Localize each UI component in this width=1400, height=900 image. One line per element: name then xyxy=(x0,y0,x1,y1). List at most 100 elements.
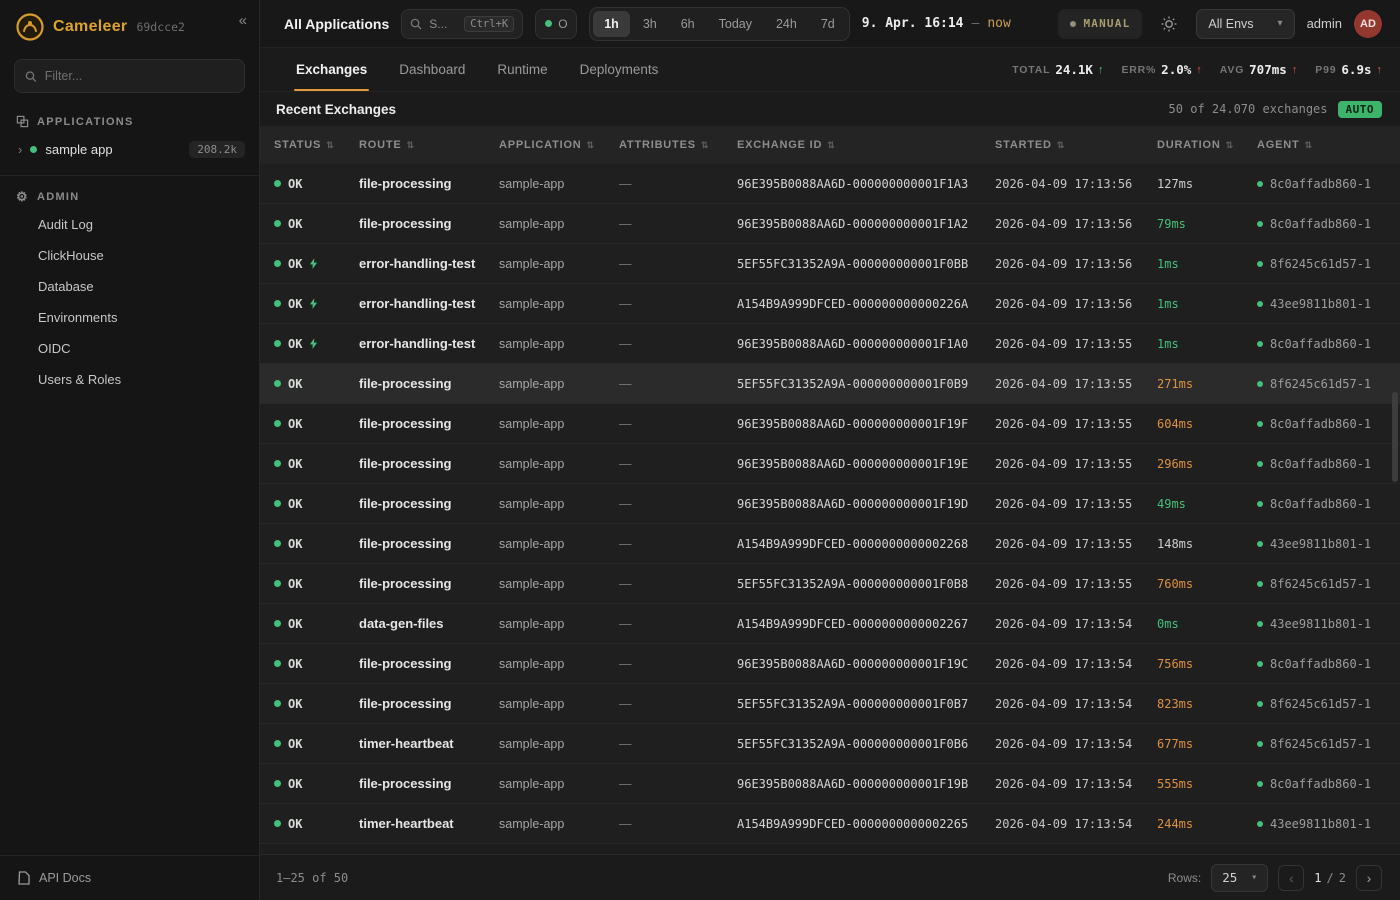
column-header-application[interactable]: APPLICATION⇅ xyxy=(499,139,619,151)
search-input[interactable] xyxy=(429,17,457,31)
table-row[interactable]: OKfile-processingsample-app—96E395B0088A… xyxy=(260,484,1400,524)
column-header-agent[interactable]: AGENT⇅ xyxy=(1257,139,1400,151)
time-window[interactable]: 9. Apr. 16:14 — now xyxy=(862,16,1011,31)
exchange-id-cell: 96E395B0088AA6D-000000000001F1A3 xyxy=(737,177,995,191)
table-row[interactable]: OKtimer-heartbeatsample-app—5EF55FC31352… xyxy=(260,724,1400,764)
route-cell: file-processing xyxy=(359,496,499,511)
rows-per-page-select[interactable]: 25 ▾ xyxy=(1211,864,1268,892)
time-range-today[interactable]: Today xyxy=(708,11,763,37)
sort-icon: ⇅ xyxy=(326,140,334,151)
table-row[interactable]: OKfile-processingsample-app—A154B9A999DF… xyxy=(260,524,1400,564)
table-row[interactable]: OKfile-processingsample-app—96E395B0088A… xyxy=(260,164,1400,204)
status-cell: OK xyxy=(274,657,359,671)
status-cell: OK xyxy=(274,537,359,551)
column-header-exchange-id[interactable]: EXCHANGE ID⇅ xyxy=(737,139,995,151)
tab-dashboard[interactable]: Dashboard xyxy=(383,48,481,91)
time-range-6h[interactable]: 6h xyxy=(670,11,706,37)
online-indicator[interactable]: O xyxy=(535,9,577,39)
online-label: O xyxy=(558,17,567,31)
column-header-started[interactable]: STARTED⇅ xyxy=(995,139,1157,151)
table-row[interactable]: OKfile-processingsample-app—96E395B0088A… xyxy=(260,644,1400,684)
sort-icon: ⇅ xyxy=(407,140,415,151)
section-header: Recent Exchanges 50 of 24.070 exchanges … xyxy=(260,92,1400,126)
attributes-cell: — xyxy=(619,297,737,311)
stat-total: TOTAL24.1K↑ xyxy=(1012,62,1103,77)
sidebar-item-oidc[interactable]: OIDC xyxy=(0,333,259,364)
status-label: OK xyxy=(288,817,302,831)
application-cell: sample-app xyxy=(499,697,619,711)
column-label: DURATION xyxy=(1157,139,1221,151)
column-header-route[interactable]: ROUTE⇅ xyxy=(359,139,499,151)
exchange-id-cell: 96E395B0088AA6D-000000000001F19B xyxy=(737,777,995,791)
table-row[interactable]: OKfile-processingsample-app—5EF55FC31352… xyxy=(260,364,1400,404)
chevron-right-icon: › xyxy=(18,142,22,157)
status-label: OK xyxy=(288,497,302,511)
column-header-status[interactable]: STATUS⇅ xyxy=(274,139,359,151)
table-row[interactable]: OKfile-processingsample-app—96E395B0088A… xyxy=(260,764,1400,804)
status-ok-dot xyxy=(274,660,281,667)
theme-toggle-button[interactable] xyxy=(1154,9,1184,39)
time-range-3h[interactable]: 3h xyxy=(632,11,668,37)
tab-deployments[interactable]: Deployments xyxy=(564,48,675,91)
application-cell: sample-app xyxy=(499,737,619,751)
sidebar-item-database[interactable]: Database xyxy=(0,271,259,302)
sidebar-filter[interactable] xyxy=(14,59,245,93)
user-avatar[interactable]: AD xyxy=(1354,10,1382,38)
application-cell: sample-app xyxy=(499,577,619,591)
column-header-attributes[interactable]: ATTRIBUTES⇅ xyxy=(619,139,737,151)
route-cell: error-handling-test xyxy=(359,336,499,351)
agent-cell: 43ee9811b801-1 xyxy=(1257,537,1400,551)
agent-cell: 8c0affadb860-1 xyxy=(1257,657,1400,671)
refresh-mode-button[interactable]: MANUAL xyxy=(1058,9,1142,39)
agent-name: 8f6245c61d57-1 xyxy=(1270,697,1371,711)
table-row[interactable]: OKerror-handling-testsample-app—96E395B0… xyxy=(260,324,1400,364)
attributes-cell: — xyxy=(619,457,737,471)
table-row[interactable]: OKfile-processingsample-app—96E395B0088A… xyxy=(260,444,1400,484)
table-row[interactable]: OKfile-processingsample-app—96E395B0088A… xyxy=(260,204,1400,244)
application-cell: sample-app xyxy=(499,617,619,631)
route-cell: file-processing xyxy=(359,176,499,191)
next-page-button[interactable]: › xyxy=(1356,865,1382,891)
sidebar-item-users-roles[interactable]: Users & Roles xyxy=(0,364,259,395)
sidebar-collapse-button[interactable]: « xyxy=(239,12,247,29)
sidebar-item-audit-log[interactable]: Audit Log xyxy=(0,209,259,240)
status-label: OK xyxy=(288,657,302,671)
time-range-1h[interactable]: 1h xyxy=(593,11,630,37)
prev-page-button[interactable]: ‹ xyxy=(1278,865,1304,891)
agent-cell: 8f6245c61d57-1 xyxy=(1257,377,1400,391)
search-shortcut-badge: Ctrl+K xyxy=(464,16,514,32)
scrollbar-thumb[interactable] xyxy=(1392,392,1398,482)
agent-status-dot xyxy=(1257,701,1263,707)
search-icon xyxy=(410,18,422,30)
table-row[interactable]: OKfile-processingsample-app—96E395B0088A… xyxy=(260,404,1400,444)
table-row[interactable]: OKerror-handling-testsample-app—5EF55FC3… xyxy=(260,244,1400,284)
table-row[interactable]: OKfile-processingsample-app—5EF55FC31352… xyxy=(260,564,1400,604)
time-range-7d[interactable]: 7d xyxy=(810,11,846,37)
table-row[interactable]: OKfile-processingsample-app—5EF55FC31352… xyxy=(260,684,1400,724)
status-cell: OK xyxy=(274,697,359,711)
sidebar-item-clickhouse[interactable]: ClickHouse xyxy=(0,240,259,271)
tab-runtime[interactable]: Runtime xyxy=(481,48,563,91)
column-header-duration[interactable]: DURATION⇅ xyxy=(1157,139,1257,151)
api-docs-link[interactable]: API Docs xyxy=(0,855,259,900)
status-label: OK xyxy=(288,537,302,551)
env-select[interactable]: All Envs ▾ xyxy=(1196,9,1294,39)
agent-cell: 8c0affadb860-1 xyxy=(1257,337,1400,351)
sidebar-spacer xyxy=(0,395,259,855)
agent-name: 43ee9811b801-1 xyxy=(1270,297,1371,311)
table-row[interactable]: OKerror-handling-testsample-app—A154B9A9… xyxy=(260,284,1400,324)
attributes-cell: — xyxy=(619,537,737,551)
agent-name: 8c0affadb860-1 xyxy=(1270,657,1371,671)
table-row[interactable]: OKtimer-heartbeatsample-app—A154B9A999DF… xyxy=(260,804,1400,844)
stat-err: ERR%2.0%↑ xyxy=(1121,62,1201,77)
filter-input[interactable] xyxy=(45,69,234,83)
sidebar-item-sample-app[interactable]: › sample app 208.2k xyxy=(0,134,259,165)
global-search[interactable]: Ctrl+K xyxy=(401,9,523,39)
sidebar-item-environments[interactable]: Environments xyxy=(0,302,259,333)
sort-icon: ⇅ xyxy=(1305,140,1313,151)
tab-exchanges[interactable]: Exchanges xyxy=(280,48,383,91)
auto-refresh-badge[interactable]: AUTO xyxy=(1338,101,1383,118)
table-row[interactable]: OKdata-gen-filessample-app—A154B9A999DFC… xyxy=(260,604,1400,644)
exchange-id-cell: 96E395B0088AA6D-000000000001F19E xyxy=(737,457,995,471)
time-range-24h[interactable]: 24h xyxy=(765,11,808,37)
